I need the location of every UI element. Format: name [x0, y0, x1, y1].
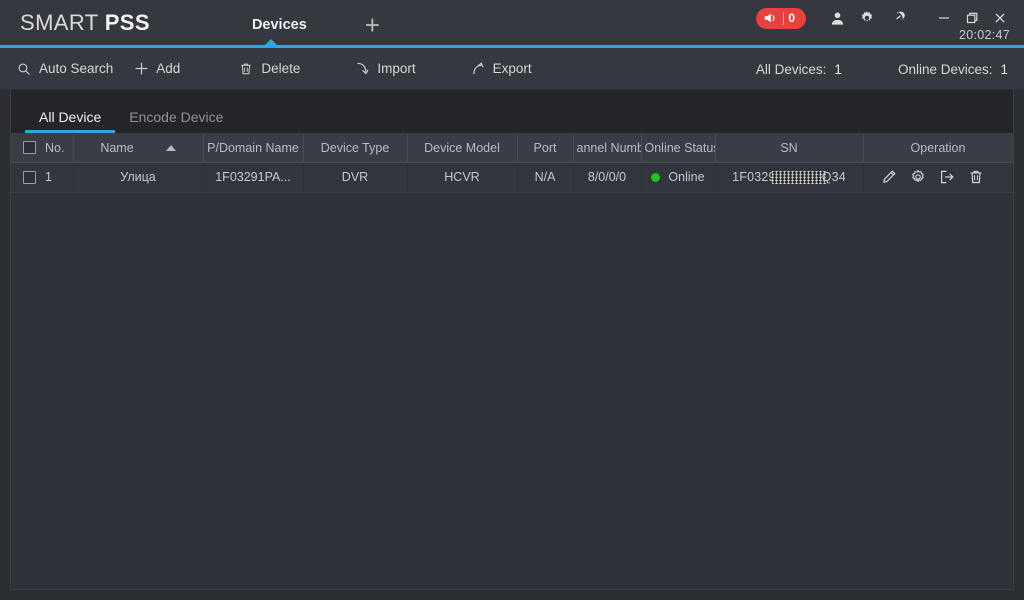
- trash-icon: [238, 61, 254, 77]
- title-bar-controls: 0: [756, 6, 1014, 30]
- add-tab-button[interactable]: +: [365, 12, 380, 38]
- speedometer-icon[interactable]: [882, 6, 912, 30]
- clock: 20:02:47: [958, 28, 1010, 42]
- sort-ascending-icon: [165, 144, 176, 151]
- cell-device-model: HCVR: [407, 162, 517, 193]
- alarm-divider: [783, 11, 785, 25]
- all-devices-label: All Devices:: [755, 61, 827, 77]
- brand-first: SMART: [20, 10, 105, 35]
- tab-devices[interactable]: Devices: [242, 12, 317, 38]
- all-devices-value: 1: [834, 61, 842, 77]
- column-header-port[interactable]: Port: [517, 134, 574, 163]
- device-table-wrapper: No. Name P/Domain Name Device Type Devic…: [11, 134, 1013, 589]
- auto-search-button[interactable]: Auto Search: [12, 48, 117, 90]
- column-header-ip-domain[interactable]: P/Domain Name: [203, 134, 304, 163]
- cell-device-type: DVR: [303, 162, 407, 193]
- column-header-sn[interactable]: SN: [715, 134, 864, 163]
- delete-trash-icon[interactable]: [968, 169, 984, 185]
- sn-redaction-block: [771, 170, 826, 184]
- cell-sn: 1F0329 Q34: [715, 162, 863, 193]
- cell-channel-number: 8/0/0/0: [573, 162, 641, 193]
- add-label: Add: [156, 61, 181, 76]
- cell-port: N/A: [517, 162, 573, 193]
- logout-icon[interactable]: [939, 169, 955, 185]
- import-label: Import: [377, 61, 416, 76]
- column-header-channel-number[interactable]: annel Numb: [573, 134, 642, 163]
- alarm-count: 0: [788, 10, 795, 25]
- import-button[interactable]: Import: [350, 48, 419, 90]
- cell-online-status: Online: [641, 162, 715, 193]
- column-header-no-label: No.: [45, 140, 65, 155]
- export-button[interactable]: Export: [466, 48, 536, 90]
- cell-no: 1: [11, 162, 73, 193]
- row-checkbox[interactable]: [23, 170, 36, 184]
- user-icon[interactable]: [822, 6, 852, 30]
- device-table: No. Name P/Domain Name Device Type Devic…: [11, 134, 1013, 193]
- auto-search-label: Auto Search: [39, 61, 114, 76]
- app-logo: SMART PSS: [20, 10, 150, 36]
- title-bar: SMART PSS Devices + 0 20:02:47: [0, 0, 1024, 48]
- speaker-icon: [763, 11, 777, 25]
- brand-second: PSS: [104, 10, 150, 35]
- app-tab-strip: Devices +: [242, 12, 380, 38]
- column-header-device-type[interactable]: Device Type: [303, 134, 408, 163]
- table-header-row: No. Name P/Domain Name Device Type Devic…: [11, 134, 1013, 163]
- column-header-name[interactable]: Name: [73, 134, 204, 163]
- tab-encode-device[interactable]: Encode Device: [115, 110, 237, 133]
- alarm-badge[interactable]: 0: [756, 7, 806, 29]
- active-tab-indicator: [265, 39, 277, 45]
- toolbar: Auto Search Add Delete Import Export All…: [0, 48, 1024, 90]
- device-tab-bar: All Device Encode Device: [11, 90, 1013, 134]
- sn-suffix: Q34: [821, 170, 846, 184]
- status-badge: Online: [668, 170, 705, 184]
- delete-label: Delete: [261, 61, 301, 76]
- cell-operation: [863, 162, 1013, 193]
- column-header-name-label: Name: [100, 140, 134, 155]
- online-devices-value: 1: [1000, 61, 1008, 77]
- add-button[interactable]: Add: [129, 48, 184, 90]
- row-number: 1: [45, 170, 52, 184]
- content-panel: All Device Encode Device No. Name P/Doma…: [10, 90, 1014, 590]
- settings-gear-icon[interactable]: [910, 169, 926, 185]
- tab-all-device[interactable]: All Device: [25, 110, 116, 133]
- export-arrow-icon: [470, 61, 486, 77]
- online-devices-label: Online Devices:: [897, 61, 993, 77]
- cell-ip-domain: 1F03291PA...: [203, 162, 303, 193]
- edit-icon[interactable]: [881, 169, 897, 185]
- sn-prefix: 1F0329: [732, 170, 776, 184]
- column-header-device-model[interactable]: Device Model: [407, 134, 518, 163]
- select-all-checkbox[interactable]: [23, 141, 36, 155]
- plus-icon: [133, 61, 149, 77]
- close-button[interactable]: [986, 6, 1014, 30]
- status-dot-online: [651, 172, 661, 182]
- column-header-no[interactable]: No.: [11, 134, 74, 163]
- gear-icon[interactable]: [852, 6, 882, 30]
- device-counters: All Devices: 1 Online Devices: 1: [756, 48, 1008, 90]
- search-icon: [16, 61, 32, 77]
- maximize-button[interactable]: [958, 6, 986, 30]
- column-header-operation[interactable]: Operation: [863, 134, 1013, 163]
- export-label: Export: [492, 61, 532, 76]
- cell-name: Улица: [73, 162, 203, 193]
- column-header-online-status[interactable]: Online Status: [641, 134, 716, 163]
- delete-button[interactable]: Delete: [234, 48, 304, 90]
- minimize-button[interactable]: [930, 6, 958, 30]
- table-row[interactable]: 1 Улица 1F03291PA... DVR HCVR N/A 8/0/0/…: [11, 162, 1013, 193]
- smart-pss-window: SMART PSS Devices + 0 20:02:47 Auto Sear…: [0, 0, 1024, 600]
- import-arrow-icon: [354, 61, 370, 77]
